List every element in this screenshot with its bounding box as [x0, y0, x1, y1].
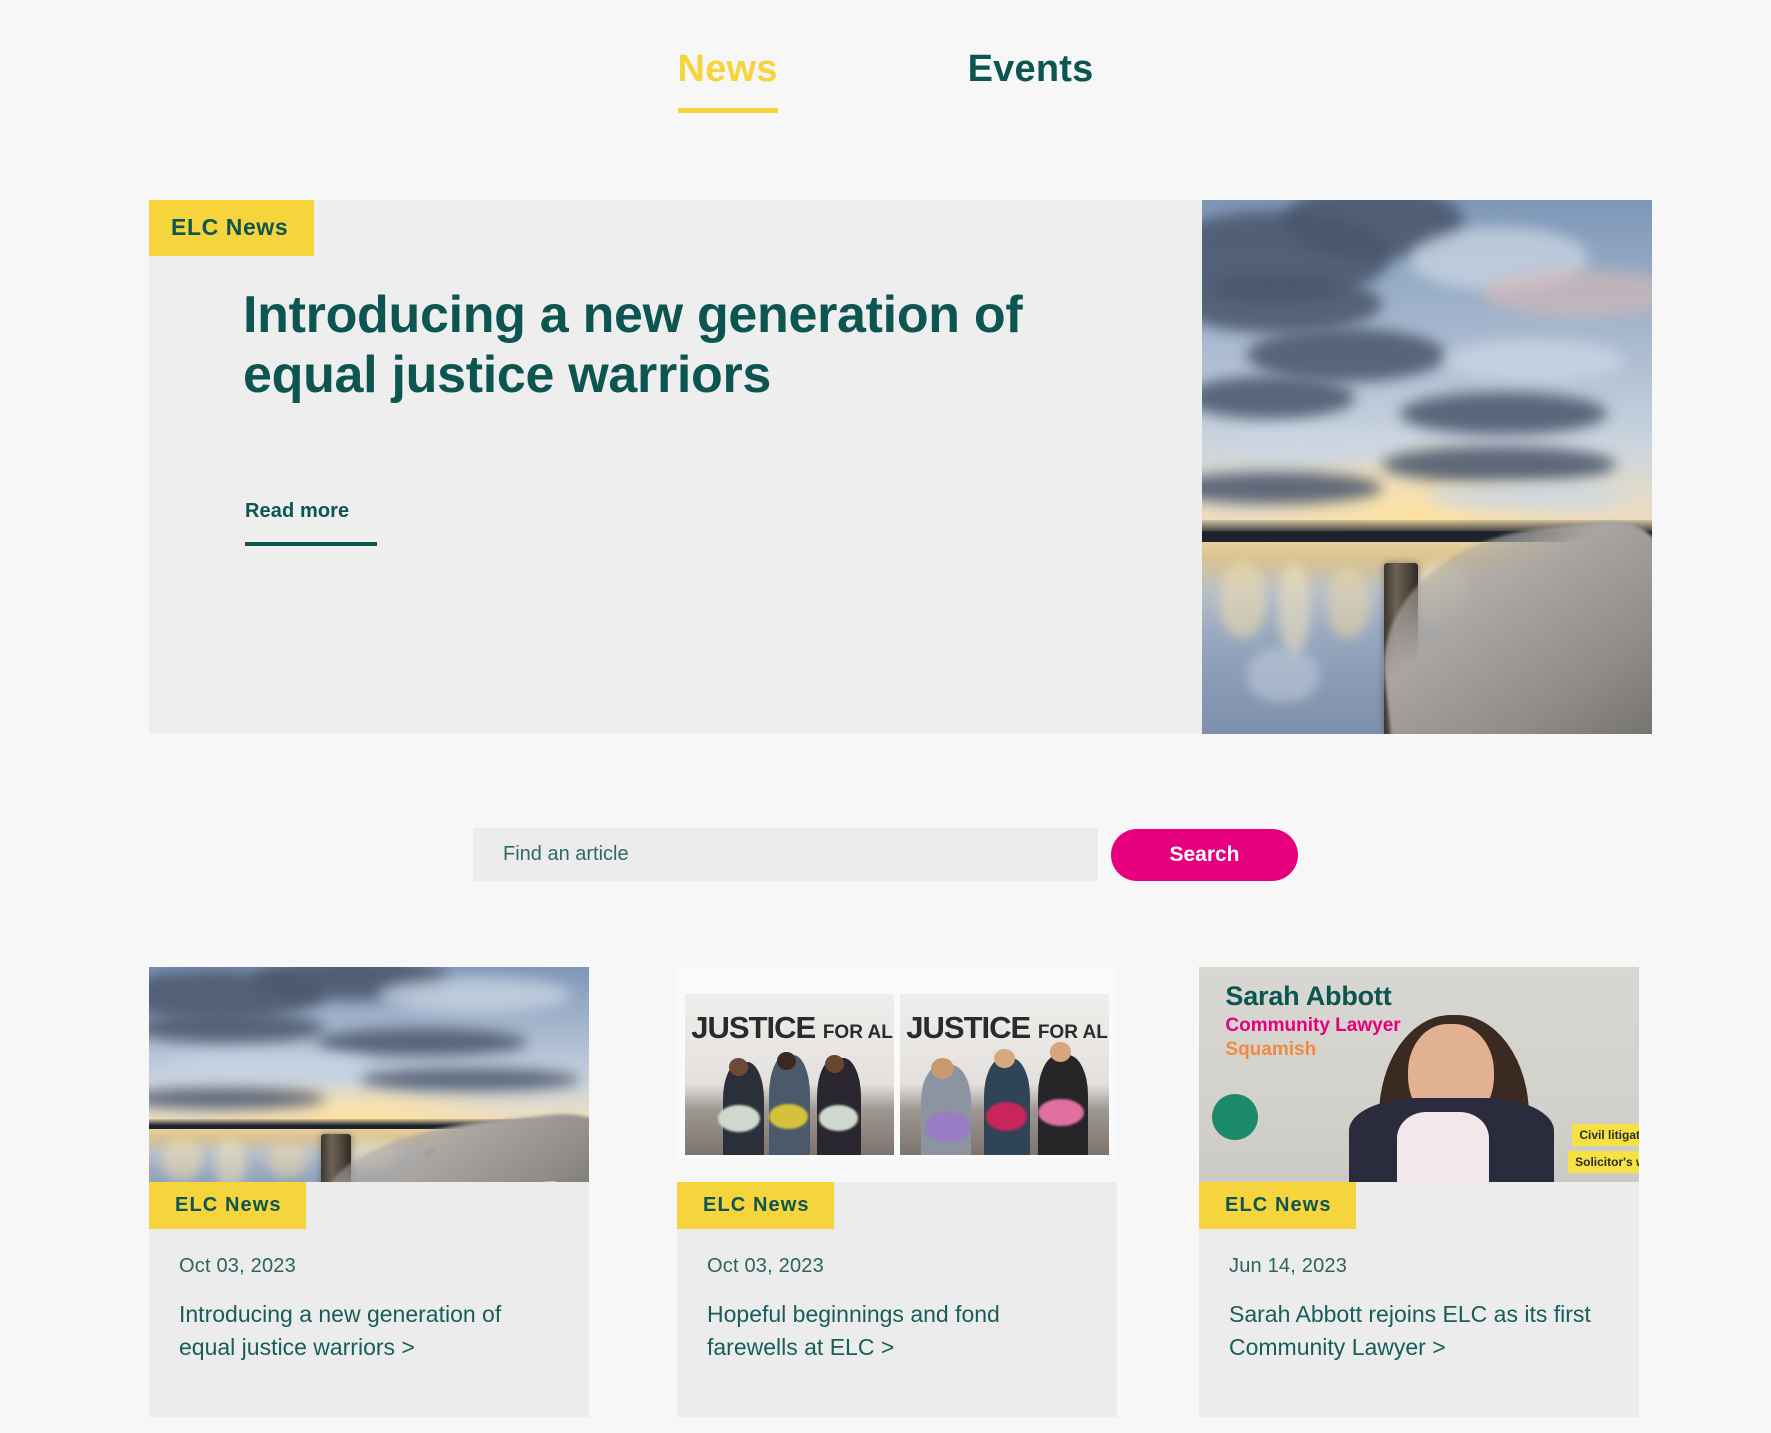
- card-title-link[interactable]: Introducing a new generation of equal ju…: [179, 1298, 559, 1365]
- card-date: Jun 14, 2023: [1229, 1255, 1348, 1277]
- chevron-right-icon: >: [1432, 1334, 1446, 1361]
- tab-events[interactable]: Events: [968, 48, 1094, 113]
- card-date: Oct 03, 2023: [179, 1255, 296, 1277]
- card-title-link[interactable]: Sarah Abbott rejoins ELC as its first Co…: [1229, 1298, 1609, 1365]
- card-title-text: Hopeful beginnings and fond farewells at…: [707, 1301, 1000, 1361]
- elc-logo-icon: [1212, 1094, 1259, 1141]
- search-button[interactable]: Search: [1111, 828, 1298, 881]
- sign-small-text: FOR ALL: [822, 1022, 894, 1044]
- portrait-tag-civil-litigation: Civil litigation: [1572, 1123, 1639, 1146]
- river-sunset-scene: [1202, 200, 1652, 734]
- card-title-text: Sarah Abbott rejoins ELC as its first Co…: [1229, 1301, 1591, 1361]
- news-page: News Events ELC News Introducing a new g…: [0, 0, 1771, 1433]
- card-category-badge: ELC News: [677, 1182, 834, 1229]
- card-category-badge: ELC News: [1199, 1182, 1356, 1229]
- card-category-badge: ELC News: [149, 1182, 306, 1229]
- hero-read-more-link[interactable]: Read more: [245, 500, 349, 523]
- sign-main-text: JUSTICE: [691, 1010, 816, 1046]
- section-tabs: News Events: [0, 48, 1771, 113]
- article-search-row: Search: [0, 828, 1771, 881]
- article-card-grid: PEACE ELC News Oct 03, 2023 Introducing …: [149, 967, 1652, 1417]
- card-title-text: Introducing a new generation of equal ju…: [179, 1301, 502, 1361]
- tab-news[interactable]: News: [677, 48, 778, 113]
- hero-category-badge: ELC News: [149, 200, 315, 256]
- hero-read-more-underline: [245, 542, 377, 546]
- sarah-abbott-portrait: Sarah Abbott Community Lawyer Squamish C…: [1199, 967, 1639, 1194]
- sign-main-text: JUSTICE: [906, 1010, 1031, 1046]
- chevron-right-icon: >: [401, 1334, 415, 1361]
- photo-right: JUSTICE FOR ALL: [900, 994, 1109, 1155]
- card-title-link[interactable]: Hopeful beginnings and fond farewells at…: [707, 1298, 1087, 1365]
- search-input[interactable]: [473, 828, 1098, 881]
- photo-left: JUSTICE FOR ALL: [685, 994, 894, 1155]
- article-card[interactable]: Sarah Abbott Community Lawyer Squamish C…: [1199, 967, 1639, 1417]
- article-card[interactable]: JUSTICE FOR ALL: [677, 967, 1117, 1417]
- card-image: JUSTICE FOR ALL: [677, 967, 1117, 1159]
- card-date: Oct 03, 2023: [707, 1255, 824, 1277]
- chevron-right-icon: >: [880, 1334, 895, 1361]
- sign-small-text: FOR ALL: [1037, 1022, 1109, 1044]
- hero-title: Introducing a new generation of equal ju…: [243, 286, 1023, 405]
- featured-article-hero: ELC News Introducing a new generation of…: [149, 200, 1652, 734]
- hero-image: [1202, 200, 1652, 734]
- article-card[interactable]: PEACE ELC News Oct 03, 2023 Introducing …: [149, 967, 589, 1417]
- portrait-tag-solicitors-work: Solicitor's work: [1568, 1150, 1639, 1173]
- justice-for-all-photos: JUSTICE FOR ALL: [677, 967, 1117, 1159]
- card-image: Sarah Abbott Community Lawyer Squamish C…: [1199, 967, 1639, 1194]
- portrait-role: Community Lawyer: [1225, 1014, 1401, 1036]
- portrait-city: Squamish: [1225, 1038, 1317, 1060]
- portrait-name: Sarah Abbott: [1225, 980, 1392, 1011]
